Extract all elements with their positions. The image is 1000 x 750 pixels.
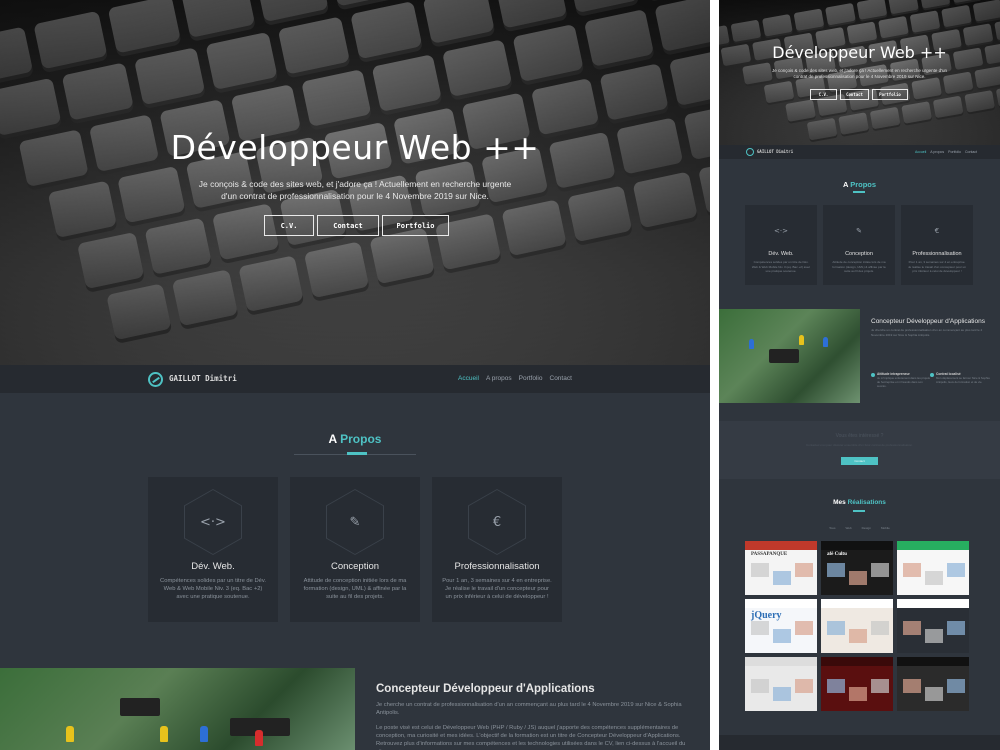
about-cards: <·> Dév. Web. Compétences solides par un… xyxy=(745,205,973,285)
card-text: Pour 1 an, 3 semaines sur 4 en entrepris… xyxy=(442,578,552,600)
footer xyxy=(719,735,1000,750)
filter-design[interactable]: Design xyxy=(862,526,871,530)
nav-links: Accueil A propos Portfolio Contact xyxy=(915,150,977,154)
portfolio-thumbnail[interactable] xyxy=(821,657,893,711)
hero-title: Développeur Web ++ xyxy=(170,128,540,167)
nav-link-accueil[interactable]: Accueil xyxy=(915,150,926,154)
location-icon xyxy=(930,373,934,377)
concept-title: Concepteur Développeur d'Applications xyxy=(871,318,985,325)
nav-link-contact[interactable]: Contact xyxy=(550,375,572,382)
about-underline xyxy=(853,191,865,193)
thumbnail-label: PASSAPANQUE xyxy=(751,552,788,557)
hero-subtitle: Je conçois & code des sites web, et j'ad… xyxy=(771,68,948,79)
concept-paragraph: Je cherche un contrat de professionnalis… xyxy=(376,702,682,716)
card-text: Compétences solides par un titre de Dév.… xyxy=(751,260,811,273)
card-title: Dév. Web. xyxy=(191,561,235,572)
nav-links: Accueil A propos Portfolio Contact xyxy=(458,375,572,382)
card-conception: ✎ Conception Attitude de conception init… xyxy=(290,477,420,622)
design-tools-icon: ✎ xyxy=(349,515,361,530)
hero-section: Développeur Web ++ Je conçois & code des… xyxy=(0,0,710,365)
portfolio-thumbnail[interactable]: jQuery xyxy=(745,599,817,653)
filter-tous[interactable]: Tous xyxy=(829,526,835,530)
card-professionnalisation: € Professionnalisation Pour 1 an, 3 sema… xyxy=(432,477,562,622)
concept-paragraph: Le poste visé est celui de Développeur W… xyxy=(376,725,686,750)
filter-mobile[interactable]: Mobile xyxy=(881,526,890,530)
brand-name[interactable]: GAILLOT Dimitri xyxy=(757,149,793,154)
logo-icon[interactable] xyxy=(746,148,754,156)
hero-title: Développeur Web ++ xyxy=(772,43,947,62)
design-tools-icon: ✎ xyxy=(856,227,862,235)
thumbnail-label: jQuery xyxy=(751,610,782,621)
desktop-view: Développeur Web ++ Je conçois & code des… xyxy=(0,0,710,750)
portfolio-filters: Tous Web Design Mobile xyxy=(719,526,1000,530)
full-page-preview: Développeur Web ++ Je conçois & code des… xyxy=(719,0,1000,750)
cv-button[interactable]: C.V. xyxy=(810,89,837,100)
feature-localise: Contrat localisé Mon déplacement se fait… xyxy=(936,372,990,384)
hero-subtitle: Je conçois & code des sites web, et j'ad… xyxy=(198,179,512,201)
about-cards: <·> Dév. Web. Compétences solides par un… xyxy=(148,477,562,622)
portfolio-thumbnail[interactable] xyxy=(897,657,969,711)
cta-subtitle: Contactez-moi pour discuter ensemble d'u… xyxy=(806,443,913,447)
cta-title: Vous êtes intéressé ? xyxy=(835,433,884,439)
portfolio-thumbnail[interactable] xyxy=(745,657,817,711)
nav-link-contact[interactable]: Contact xyxy=(965,150,977,154)
cta-contact-button[interactable]: Contact xyxy=(841,457,878,465)
circuit-board-image xyxy=(0,668,355,750)
portfolio-thumbnail[interactable] xyxy=(821,599,893,653)
portfolio-thumbnail[interactable] xyxy=(897,541,969,595)
card-conception: ✎ Conception Attitude de conception init… xyxy=(823,205,895,285)
about-title: A Propos xyxy=(328,432,382,446)
concept-title: Concepteur Développeur d'Applications xyxy=(376,683,595,695)
filter-web[interactable]: Web xyxy=(846,526,852,530)
hero-buttons: C.V. Contact Portfolio xyxy=(810,89,908,100)
portfolio-button[interactable]: Portfolio xyxy=(872,89,908,100)
thumbnail-label: afé Cultu xyxy=(827,552,847,557)
nav-link-accueil[interactable]: Accueil xyxy=(458,375,479,382)
nav-link-portfolio[interactable]: Portfolio xyxy=(948,150,961,154)
realisations-title: Mes Réalisations xyxy=(833,499,886,506)
about-underline xyxy=(347,452,367,455)
card-text: Attitude de conception initiée lors de m… xyxy=(832,260,886,273)
circuit-board-image xyxy=(719,309,860,403)
navbar: GAILLOT Dimitri Accueil A propos Portfol… xyxy=(0,365,710,393)
card-dev-web: <·> Dév. Web. Compétences solides par un… xyxy=(745,205,817,285)
about-title: A Propos xyxy=(842,180,877,189)
portfolio-thumbnail[interactable]: afé Cultu xyxy=(821,541,893,595)
navbar: GAILLOT Dimitri Accueil A propos Portfol… xyxy=(719,145,1000,159)
cta-section xyxy=(719,421,1000,479)
card-text: Compétences solides par un titre de Dév.… xyxy=(160,578,266,600)
card-professionnalisation: € Professionnalisation Pour 1 an, 3 sema… xyxy=(901,205,973,285)
card-title: Professionnalisation xyxy=(912,251,962,257)
feature-intrapreneur: Attitude intrapreneur Je m'implique enti… xyxy=(877,372,930,388)
card-title: Conception xyxy=(330,561,380,572)
nav-link-a-propos[interactable]: A propos xyxy=(930,150,944,154)
nav-link-portfolio[interactable]: Portfolio xyxy=(519,375,543,382)
portfolio-button[interactable]: Portfolio xyxy=(382,215,449,236)
cv-button[interactable]: C.V. xyxy=(264,215,314,236)
contact-button[interactable]: Contact xyxy=(317,215,379,236)
realisations-underline xyxy=(853,510,865,512)
contact-button[interactable]: Contact xyxy=(840,89,869,100)
card-text: Pour 1 an, 3 semaines sur 4 en entrepris… xyxy=(908,260,966,273)
logo-icon[interactable] xyxy=(148,372,163,387)
card-title: Dév. Web. xyxy=(768,251,794,257)
euro-icon: € xyxy=(492,515,502,530)
portfolio-grid: PASSAPANQUE afé Cultu jQuery xyxy=(745,541,969,711)
brand-name[interactable]: GAILLOT Dimitri xyxy=(169,374,237,383)
code-icon: <·> xyxy=(774,227,788,235)
panel-divider xyxy=(710,0,719,750)
euro-icon: € xyxy=(934,227,940,235)
card-title: Professionnalisation xyxy=(454,561,540,572)
card-title: Conception xyxy=(845,251,873,257)
person-icon xyxy=(871,373,875,377)
card-text: Attitude de conception initiée lors de m… xyxy=(303,578,407,600)
hero-section: Développeur Web ++ Je conçois & code des… xyxy=(719,0,1000,145)
portfolio-thumbnail[interactable] xyxy=(897,599,969,653)
card-dev-web: <·> Dév. Web. Compétences solides par un… xyxy=(148,477,278,622)
nav-link-a-propos[interactable]: A propos xyxy=(486,375,512,382)
code-icon: <·> xyxy=(200,515,226,530)
portfolio-thumbnail[interactable]: PASSAPANQUE xyxy=(745,541,817,595)
hero-buttons: C.V. Contact Portfolio xyxy=(264,215,449,236)
concept-paragraph: Je cherche un contrat de professionnalis… xyxy=(871,328,983,337)
